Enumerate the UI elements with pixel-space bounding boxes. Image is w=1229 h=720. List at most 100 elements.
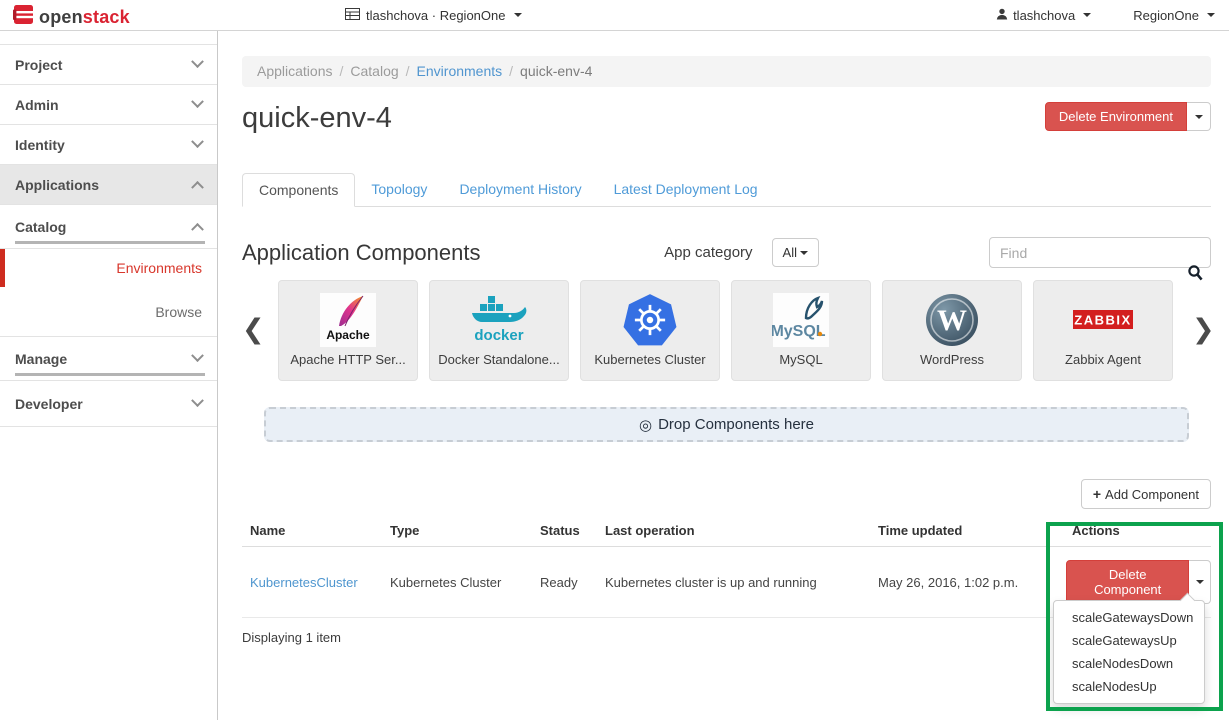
- breadcrumb-catalog: Catalog: [350, 63, 398, 79]
- tab-bar: Components Topology Deployment History L…: [242, 173, 1211, 207]
- openstack-brand[interactable]: openstack: [13, 4, 130, 30]
- topbar-right: tlashchova RegionOne: [996, 0, 1215, 30]
- chevron-down-icon: [191, 95, 204, 108]
- breadcrumb: Applications/Catalog/Environments/quick-…: [242, 56, 1211, 87]
- openstack-logo-icon: [13, 4, 34, 30]
- carousel-next-button[interactable]: ❯: [1192, 312, 1210, 348]
- svg-text:MySQL: MySQL: [772, 323, 826, 340]
- sidebar-top-strip: [0, 31, 217, 45]
- chevron-down-icon: [191, 55, 204, 68]
- sidebar-item-environments[interactable]: Environments: [0, 249, 217, 287]
- app-cards: Apache Apache HTTP Ser...: [278, 280, 1173, 381]
- menu-item-scale-gateways-down[interactable]: scaleGatewaysDown: [1054, 606, 1204, 629]
- delete-component-button[interactable]: Delete Component: [1066, 560, 1189, 604]
- app-card-apache[interactable]: Apache Apache HTTP Ser...: [278, 280, 418, 381]
- component-actions-menu: scaleGatewaysDown scaleGatewaysUp scaleN…: [1053, 600, 1205, 704]
- plus-icon: +: [1093, 486, 1101, 502]
- app-card-label: Apache HTTP Ser...: [290, 352, 405, 367]
- docker-icon: docker: [466, 291, 532, 349]
- context-label: tlashchova · RegionOne: [366, 8, 505, 23]
- user-icon: [996, 8, 1008, 23]
- breadcrumb-current: quick-env-4: [520, 63, 592, 79]
- menu-item-scale-gateways-up[interactable]: scaleGatewaysUp: [1054, 629, 1204, 652]
- tab-components[interactable]: Components: [242, 173, 355, 207]
- component-name-link[interactable]: KubernetesCluster: [250, 575, 358, 590]
- app-card-zabbix[interactable]: ZABBIX Zabbix Agent: [1033, 280, 1173, 381]
- sidebar-item-manage[interactable]: Manage: [0, 337, 217, 381]
- svg-text:docker: docker: [474, 327, 523, 344]
- topbar: openstack tlashchova · RegionOne: [0, 0, 1229, 31]
- component-type: Kubernetes Cluster: [382, 547, 532, 618]
- section-heading: Application Components: [242, 240, 480, 266]
- sidebar-item-browse[interactable]: Browse: [0, 287, 217, 337]
- chevron-down-icon: [800, 251, 808, 255]
- chevron-down-icon: [191, 394, 204, 407]
- svg-text:W: W: [937, 304, 967, 337]
- col-header-status: Status: [532, 515, 597, 547]
- sidebar-item-admin[interactable]: Admin: [0, 85, 217, 125]
- delete-environment-button[interactable]: Delete Environment: [1045, 102, 1187, 131]
- chevron-down-icon: [1207, 13, 1215, 17]
- chevron-down-icon: [1195, 115, 1203, 119]
- sidebar: Project Admin Identity Applications Cata…: [0, 31, 218, 720]
- sidebar-item-applications[interactable]: Applications: [0, 165, 217, 205]
- drop-target-icon: ◎: [639, 416, 652, 434]
- zabbix-icon: ZABBIX: [1062, 291, 1144, 349]
- mysql-icon: MySQL: [772, 291, 830, 349]
- app-card-label: Docker Standalone...: [438, 352, 559, 367]
- page-title: quick-env-4: [242, 102, 392, 135]
- user-menu[interactable]: tlashchova: [996, 8, 1091, 23]
- table-list-icon: [345, 8, 360, 23]
- col-header-type: Type: [382, 515, 532, 547]
- carousel-previous-button[interactable]: ❮: [242, 312, 260, 348]
- drop-components-zone[interactable]: ◎ Drop Components here: [264, 407, 1189, 442]
- chevron-down-icon: [191, 349, 204, 362]
- find-input[interactable]: [989, 237, 1211, 268]
- sidebar-item-identity[interactable]: Identity: [0, 125, 217, 165]
- region-name: RegionOne: [1133, 8, 1199, 23]
- sidebar-item-catalog[interactable]: Catalog: [0, 205, 217, 249]
- app-card-label: MySQL: [779, 352, 822, 367]
- app-card-wordpress[interactable]: W WordPress: [882, 280, 1022, 381]
- app-category-label: App category: [664, 244, 752, 261]
- app-card-label: Kubernetes Cluster: [594, 352, 705, 367]
- app-category-dropdown[interactable]: All: [772, 238, 819, 267]
- region-menu[interactable]: RegionOne: [1133, 8, 1215, 23]
- svg-text:ZABBIX: ZABBIX: [1074, 313, 1131, 328]
- divider: [15, 373, 205, 376]
- menu-item-scale-nodes-up[interactable]: scaleNodesUp: [1054, 675, 1204, 698]
- app-card-label: Zabbix Agent: [1065, 352, 1141, 367]
- tab-latest-deployment-log[interactable]: Latest Deployment Log: [598, 173, 774, 207]
- col-header-actions: Actions: [1064, 515, 1211, 547]
- project-region-switcher[interactable]: tlashchova · RegionOne: [345, 0, 522, 30]
- add-component-button[interactable]: + Add Component: [1081, 479, 1211, 509]
- app-card-kubernetes[interactable]: Kubernetes Cluster: [580, 280, 720, 381]
- app-card-docker[interactable]: docker Docker Standalone...: [429, 280, 569, 381]
- component-time-updated: May 26, 2016, 1:02 p.m.: [870, 547, 1064, 618]
- col-header-last-operation: Last operation: [597, 515, 870, 547]
- col-header-time-updated: Time updated: [870, 515, 1064, 547]
- component-last-operation: Kubernetes cluster is up and running: [597, 547, 870, 618]
- user-name: tlashchova: [1013, 8, 1075, 23]
- delete-environment-caret-button[interactable]: [1187, 102, 1211, 131]
- chevron-down-icon: [514, 13, 522, 17]
- app-card-mysql[interactable]: MySQL MySQL: [731, 280, 871, 381]
- divider: [15, 241, 205, 244]
- menu-item-scale-nodes-down[interactable]: scaleNodesDown: [1054, 652, 1204, 675]
- sidebar-item-project[interactable]: Project: [0, 45, 217, 85]
- chevron-down-icon: [1083, 13, 1091, 17]
- brand-text: openstack: [39, 7, 130, 28]
- chevron-down-icon: [1196, 580, 1204, 584]
- tab-topology[interactable]: Topology: [355, 173, 443, 207]
- component-status: Ready: [532, 547, 597, 618]
- chevron-down-icon: [191, 135, 204, 148]
- sidebar-item-developer[interactable]: Developer: [0, 381, 217, 427]
- wordpress-icon: W: [925, 291, 979, 349]
- drop-zone-label: Drop Components here: [658, 416, 814, 433]
- active-indicator: [0, 249, 5, 287]
- tab-deployment-history[interactable]: Deployment History: [443, 173, 597, 207]
- col-header-name: Name: [242, 515, 382, 547]
- app-carousel: ❮ Apache: [242, 280, 1211, 381]
- breadcrumb-environments-link[interactable]: Environments: [417, 63, 503, 79]
- chevron-up-icon: [191, 181, 204, 194]
